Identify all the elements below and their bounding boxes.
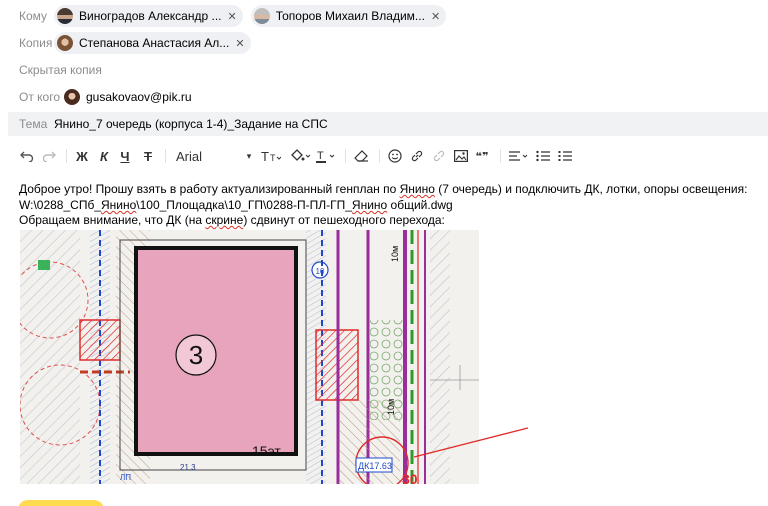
bold-button[interactable]: Ж: [74, 146, 90, 166]
svg-text:T: T: [317, 150, 324, 162]
bullet-list-icon[interactable]: [534, 146, 552, 166]
small-label-3: ЛП: [120, 473, 131, 482]
body-text-misspelled: скрине: [205, 213, 244, 227]
remove-recipient-icon[interactable]: ✕: [235, 37, 244, 50]
body-text: \100_Площадка\10_ГП\0288-П-ПЛ-ГП_: [136, 198, 352, 212]
numbered-list-icon[interactable]: [556, 146, 574, 166]
link-icon[interactable]: [408, 146, 426, 166]
recipient-chip[interactable]: Топоров Михаил Владим... ✕: [250, 5, 447, 27]
body-text-misspelled: Янино: [100, 198, 137, 212]
avatar: [57, 8, 73, 24]
remove-recipient-icon[interactable]: ✕: [228, 10, 237, 23]
recipient-chip[interactable]: Степанова Анастасия Ал... ✕: [54, 32, 251, 54]
body-text: Доброе утро! Прошу взять в работу актуал…: [19, 182, 400, 196]
recipient-name: Топоров Михаил Владим...: [275, 9, 425, 23]
recipient-chip[interactable]: Виноградов Александр ... ✕: [54, 5, 243, 27]
corner-label: 30: [402, 471, 418, 484]
cc-row: Копия Степанова Анастасия Ал... ✕: [0, 30, 768, 56]
strikethrough-button[interactable]: Т: [140, 146, 156, 166]
undo-icon[interactable]: [18, 146, 36, 166]
send-button[interactable]: [18, 500, 104, 506]
building-number: 3: [189, 340, 203, 370]
redo-icon[interactable]: [40, 146, 58, 166]
fill-color-icon[interactable]: [288, 146, 312, 166]
align-icon[interactable]: [508, 146, 530, 166]
subject-label: Тема: [19, 117, 48, 131]
underline-button[interactable]: Ч: [117, 146, 133, 166]
recipient-name: Виноградов Александр ...: [79, 9, 222, 23]
avatar: [64, 89, 80, 105]
toolbar-divider: [500, 149, 501, 163]
toolbar-divider: [345, 149, 346, 163]
from-chips: gusakovaov@pik.ru: [54, 86, 198, 108]
body-text: ) сдвинут от пешеходного перехода:: [243, 213, 445, 227]
small-label-2: 21.3: [180, 463, 196, 472]
body-line-3[interactable]: Обращаем внимание, что ДК (на скрине) сд…: [19, 212, 445, 228]
body-text: (7 очередь) и подключить ДК, лотки, опор…: [434, 182, 748, 196]
toolbar-divider: [66, 149, 67, 163]
to-chips: Виноградов Александр ... ✕ Топоров Михаи…: [54, 5, 447, 27]
sender-chip[interactable]: gusakovaov@pik.ru: [54, 86, 198, 108]
site-plan-drawing: 3 15эт 21.3 10 10м 10м ДК17.63 30 ЛП: [20, 230, 479, 484]
site-plan-image[interactable]: 3 15эт 21.3 10 10м 10м ДК17.63 30 ЛП: [20, 230, 479, 484]
text-color-icon[interactable]: T: [316, 146, 336, 166]
remove-recipient-icon[interactable]: ✕: [431, 10, 440, 23]
italic-button[interactable]: К: [96, 146, 112, 166]
to-label: Кому: [19, 9, 48, 23]
to-row: Кому Виноградов Александр ... ✕ Топоров …: [0, 3, 768, 29]
dk-label: ДК17.63: [358, 461, 392, 471]
image-icon[interactable]: [452, 146, 470, 166]
sender-email: gusakovaov@pik.ru: [86, 90, 192, 104]
body-text-misspelled: Янино: [399, 182, 435, 196]
body-line-1[interactable]: Доброе утро! Прошу взять в работу актуал…: [19, 181, 747, 197]
formatting-toolbar: Ж К Ч Т Arial ▾ TT T ❝❞: [0, 146, 768, 166]
cc-label: Копия: [19, 36, 53, 50]
from-row: От кого gusakovaov@pik.ru: [0, 84, 768, 110]
body-text: Обращаем внимание, что ДК (на: [19, 213, 206, 227]
unlink-icon[interactable]: [430, 146, 448, 166]
avatar: [57, 35, 73, 51]
body-text: общий.dwg: [387, 198, 453, 212]
cc-chips: Степанова Анастасия Ал... ✕: [54, 32, 251, 54]
emoji-icon[interactable]: [386, 146, 404, 166]
body-line-2[interactable]: W:\0288_СПб_Янино\100_Площадка\10_ГП\028…: [19, 197, 453, 213]
subject-input[interactable]: Янино_7 очередь (корпуса 1-4)_Задание на…: [54, 117, 328, 131]
avatar: [253, 8, 270, 24]
floors-label: 15эт: [252, 443, 281, 459]
bcc-row[interactable]: Скрытая копия: [0, 57, 768, 83]
subject-row[interactable]: Тема Янино_7 очередь (корпуса 1-4)_Задан…: [8, 112, 768, 136]
road-label-1: 10м: [390, 246, 400, 262]
road-label-2: 10м: [386, 399, 396, 415]
font-size-icon[interactable]: TT: [259, 146, 283, 166]
bcc-label: Скрытая копия: [19, 63, 102, 77]
body-text: W:\0288_СПб_: [19, 198, 101, 212]
svg-text:T: T: [261, 149, 269, 163]
recipient-name: Степанова Анастасия Ал...: [79, 36, 230, 50]
toolbar-divider: [379, 149, 380, 163]
font-family-select[interactable]: Arial: [176, 146, 236, 166]
chevron-down-icon[interactable]: ▾: [244, 146, 254, 166]
clear-format-icon[interactable]: [352, 146, 372, 166]
small-label-1: 10: [316, 267, 325, 276]
toolbar-divider: [165, 149, 166, 163]
svg-text:T: T: [270, 153, 276, 163]
quote-icon[interactable]: ❝❞: [472, 146, 492, 166]
body-text-misspelled: Янино: [351, 198, 388, 212]
